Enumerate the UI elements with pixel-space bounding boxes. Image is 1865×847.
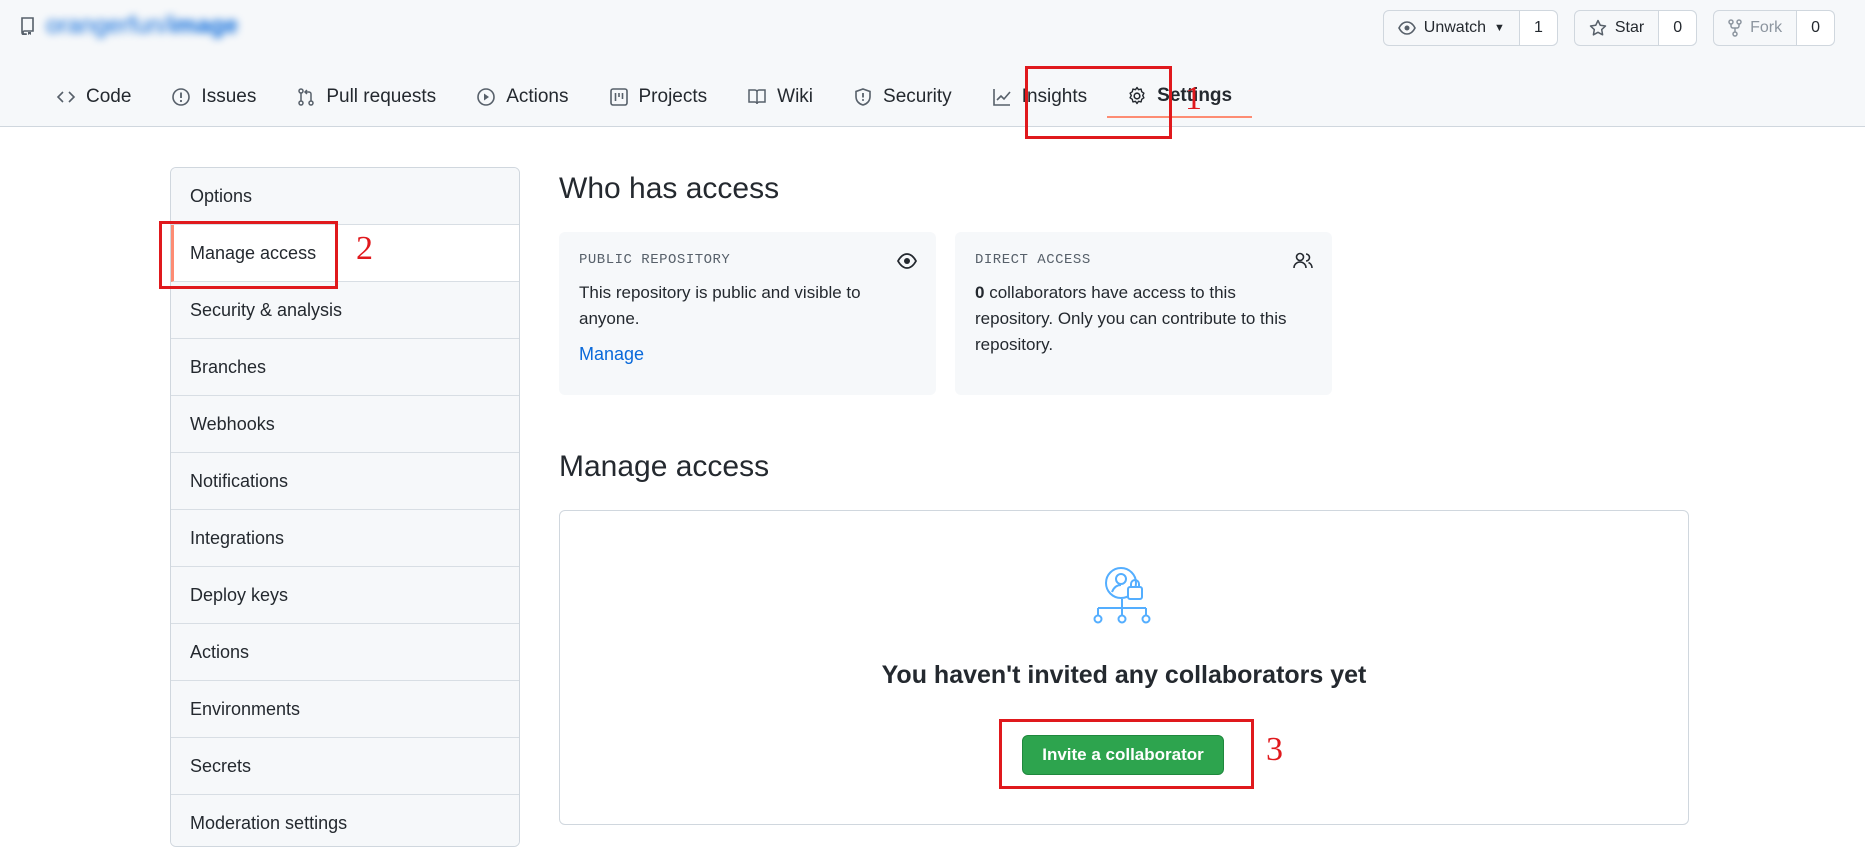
eye-icon [896, 253, 918, 269]
tab-pull-requests[interactable]: Pull requests [276, 76, 456, 118]
sidebar-item-options[interactable]: Options [171, 168, 519, 225]
sidebar-item-label: Environments [190, 698, 301, 719]
play-icon [477, 88, 495, 106]
unwatch-button[interactable]: Unwatch ▼ [1384, 11, 1520, 45]
tab-label: Wiki [777, 86, 814, 107]
sidebar-item-integrations[interactable]: Integrations [171, 510, 519, 567]
unwatch-button-group: Unwatch ▼ 1 [1382, 10, 1558, 46]
tab-label: Code [86, 86, 132, 107]
direct-access-text: 0 collaborators have access to this repo… [975, 280, 1312, 358]
tab-label: Issues [201, 86, 257, 107]
sidebar-item-label: Notifications [190, 470, 289, 491]
forks-count[interactable]: 0 [1797, 11, 1834, 45]
annotation-number-3: 3 [1266, 731, 1283, 768]
annotation-number-1: 1 [1185, 80, 1202, 117]
sidebar-item-label: Moderation settings [190, 812, 348, 833]
sidebar-item-label: Integrations [190, 527, 285, 548]
sidebar-item-secrets[interactable]: Secrets [171, 738, 519, 795]
star-button[interactable]: Star [1575, 11, 1660, 45]
sidebar-item-moderation-settings[interactable]: Moderation settings [171, 795, 519, 846]
sidebar-item-label: Webhooks [190, 413, 275, 434]
sidebar-item-label: Actions [190, 641, 250, 662]
star-button-group: Star 0 [1573, 10, 1698, 46]
watchers-count[interactable]: 1 [1519, 11, 1557, 45]
repo-full-name[interactable]: orangerfun/image [46, 12, 238, 40]
repo-actions: Unwatch ▼ 1 Star 0 Fork 0 [1382, 10, 1835, 46]
repo-title: orangerfun/image [20, 12, 238, 40]
sidebar-item-environments[interactable]: Environments [171, 681, 519, 738]
repo-separator: / [162, 12, 169, 39]
public-repository-text: This repository is public and visible to… [579, 283, 861, 328]
eye-icon [1397, 21, 1416, 35]
pull-request-icon [298, 88, 315, 106]
who-has-access-heading: Who has access [559, 172, 780, 205]
sidebar-item-label: Deploy keys [190, 584, 289, 605]
repo-owner-link[interactable]: orangerfun [46, 12, 162, 39]
sidebar-item-notifications[interactable]: Notifications [171, 453, 519, 510]
tab-label: Projects [638, 86, 708, 107]
manage-visibility-link[interactable]: Manage [579, 344, 644, 365]
sidebar-item-webhooks[interactable]: Webhooks [171, 396, 519, 453]
caret-down-icon: ▼ [1494, 22, 1505, 34]
public-repository-card: PUBLIC REPOSITORY This repository is pub… [559, 232, 936, 395]
star-icon [1589, 19, 1607, 36]
book-icon [748, 89, 766, 105]
star-label: Star [1614, 19, 1645, 36]
unwatch-label: Unwatch [1423, 19, 1487, 36]
code-icon [56, 91, 76, 103]
sidebar-item-label: Secrets [190, 755, 252, 776]
fork-label: Fork [1750, 19, 1783, 36]
people-icon [1293, 252, 1313, 269]
repo-header: orangerfun/image Unwatch ▼ 1 Star 0 Fork… [0, 0, 1865, 127]
graph-icon [992, 89, 1011, 106]
annotation-box-manage-access [159, 221, 338, 289]
project-icon [609, 88, 628, 106]
tab-security[interactable]: Security [833, 76, 972, 118]
repo-icon [21, 17, 34, 35]
tab-wiki[interactable]: Wiki [727, 76, 833, 118]
tab-actions[interactable]: Actions [456, 76, 588, 118]
annotation-number-2: 2 [356, 230, 373, 267]
tab-issues[interactable]: Issues [151, 76, 276, 118]
sidebar-item-security-analysis[interactable]: Security & analysis [171, 282, 519, 339]
fork-button[interactable]: Fork [1714, 11, 1798, 45]
sidebar-item-label: Security & analysis [190, 299, 343, 320]
public-repository-label: PUBLIC REPOSITORY [579, 252, 731, 268]
empty-state-title: You haven't invited any collaborators ye… [881, 661, 1367, 689]
annotation-box-invite [999, 719, 1254, 789]
fork-button-group: Fork 0 [1713, 10, 1835, 46]
fork-icon [1728, 19, 1742, 37]
tab-label: Security [883, 86, 952, 107]
collaborators-lock-icon [1093, 567, 1151, 624]
direct-access-card: DIRECT ACCESS 0 collaborators have acces… [955, 232, 1332, 395]
sidebar-item-actions[interactable]: Actions [171, 624, 519, 681]
tab-code[interactable]: Code [36, 76, 151, 118]
sidebar-item-label: Branches [190, 356, 267, 377]
annotation-box-settings [1025, 66, 1172, 139]
sidebar-item-label: Options [190, 185, 253, 206]
shield-icon [855, 88, 871, 106]
repo-name-link[interactable]: image [169, 12, 238, 39]
manage-access-heading: Manage access [559, 450, 770, 483]
issue-icon [172, 88, 191, 106]
stars-count[interactable]: 0 [1659, 11, 1697, 45]
tab-label: Pull requests [326, 86, 437, 107]
tab-projects[interactable]: Projects [589, 76, 728, 118]
direct-access-description: collaborators have access to this reposi… [975, 283, 1287, 354]
tab-label: Actions [506, 86, 569, 107]
direct-access-label: DIRECT ACCESS [975, 252, 1091, 268]
sidebar-item-branches[interactable]: Branches [171, 339, 519, 396]
sidebar-item-deploy-keys[interactable]: Deploy keys [171, 567, 519, 624]
